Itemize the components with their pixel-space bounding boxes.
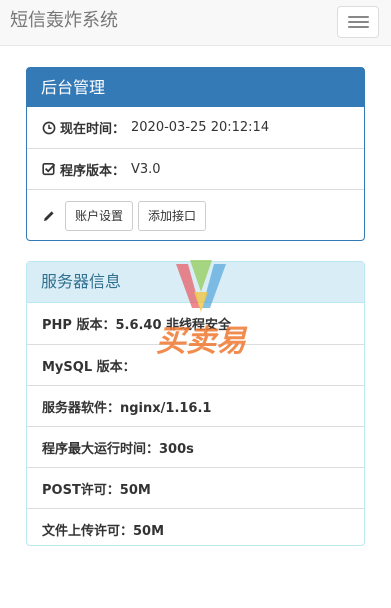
current-time-label: 现在时间： — [60, 122, 126, 137]
account-settings-button[interactable]: 账户设置 — [65, 200, 134, 231]
current-time-row: 现在时间： 2020-03-25 20:12:14 — [27, 107, 364, 148]
clock-icon — [42, 121, 56, 134]
brand-title[interactable]: 短信轰炸系统 — [10, 9, 118, 33]
add-interface-button[interactable]: 添加接口 — [138, 200, 207, 231]
hamburger-menu-icon-bar — [348, 26, 369, 28]
checkbox-checked-icon — [42, 162, 56, 176]
version-label: 程序版本： — [60, 163, 126, 179]
pencil-icon — [44, 210, 54, 221]
server-info-item: MySQL 版本： — [27, 344, 364, 385]
admin-actions-row: 账户设置 添加接口 — [27, 189, 364, 241]
server-info-item: PHP 版本：5.6.40 非线程安全 — [42, 318, 232, 333]
hamburger-menu-icon — [348, 16, 369, 18]
version-row: 程序版本： V3.0 — [27, 148, 364, 189]
admin-panel: 后台管理 现在时间： 2020-03-25 20:12:14 程序版本： V3.… — [26, 67, 365, 241]
server-info-item: 服务器软件：nginx/1.16.1 — [27, 385, 364, 426]
navbar: 短信轰炸系统 — [0, 0, 391, 46]
version-value: V3.0 — [131, 161, 161, 177]
server-info-item: 程序最大运行时间：300s — [27, 426, 364, 467]
server-info-title: 服务器信息 — [27, 262, 364, 303]
admin-panel-title: 后台管理 — [27, 68, 364, 107]
server-info-item: POST许可：50M — [27, 467, 364, 508]
navbar-toggle-button[interactable] — [337, 6, 379, 38]
server-info-item: 文件上传许可：50M — [27, 508, 364, 549]
server-info-panel: 服务器信息 PHP 版本：5.6.40 非线程安全 MySQL 版本： 服务器软… — [26, 261, 365, 546]
current-time-value: 2020-03-25 20:12:14 — [131, 120, 270, 135]
hamburger-menu-icon-bar — [348, 21, 369, 23]
